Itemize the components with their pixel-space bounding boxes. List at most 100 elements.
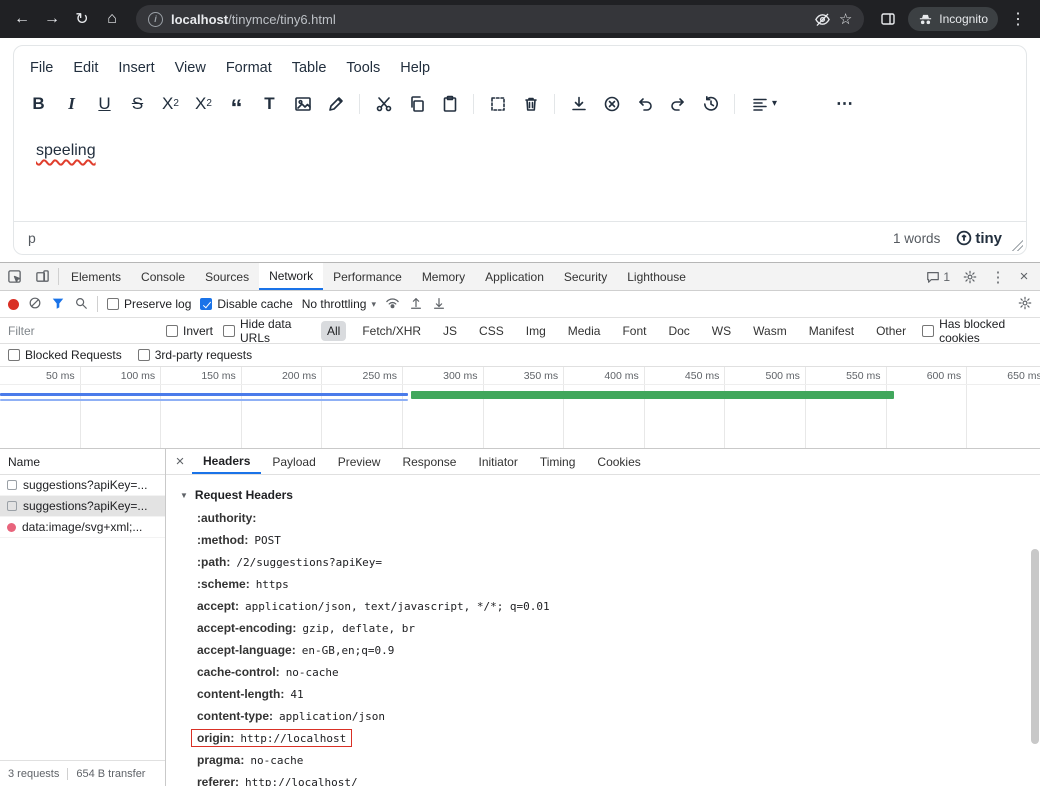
home-icon[interactable]: ⌂ [98, 5, 126, 33]
invert-checkbox[interactable]: Invert [166, 324, 213, 338]
menu-edit[interactable]: Edit [63, 54, 108, 82]
select-all-icon[interactable] [481, 87, 514, 120]
devtools-tab-security[interactable]: Security [554, 263, 617, 290]
undo-icon[interactable] [628, 87, 661, 120]
filter-type-css[interactable]: CSS [473, 321, 510, 341]
network-conditions-icon[interactable] [385, 295, 400, 313]
devtools-tab-network[interactable]: Network [259, 263, 323, 290]
detail-tab-preview[interactable]: Preview [327, 449, 392, 474]
filter-type-ws[interactable]: WS [706, 321, 737, 341]
incognito-badge[interactable]: Incognito [908, 7, 998, 31]
request-headers-section[interactable]: ▼ Request Headers [180, 483, 1026, 507]
permanent-pen-icon[interactable] [319, 87, 352, 120]
has-blocked-cookies-checkbox[interactable]: Has blocked cookies [922, 317, 1032, 345]
blockquote-icon[interactable]: “ [220, 87, 253, 120]
network-settings-gear-icon[interactable] [1018, 296, 1032, 313]
address-bar[interactable]: i localhost/tinymce/tiny6.html ☆ [136, 5, 864, 33]
detail-tab-payload[interactable]: Payload [261, 449, 326, 474]
bold-icon[interactable]: B [22, 87, 55, 120]
menu-file[interactable]: File [20, 54, 63, 82]
resize-handle[interactable] [1012, 240, 1023, 251]
filter-type-doc[interactable]: Doc [662, 321, 695, 341]
eye-blocked-icon[interactable] [814, 11, 831, 28]
menu-tools[interactable]: Tools [336, 54, 390, 82]
filter-input[interactable] [8, 324, 156, 338]
copy-icon[interactable] [400, 87, 433, 120]
preserve-log-checkbox[interactable]: Preserve log [107, 297, 191, 311]
filter-type-other[interactable]: Other [870, 321, 912, 341]
paste-icon[interactable] [433, 87, 466, 120]
request-row[interactable]: suggestions?apiKey=... [0, 475, 165, 496]
devtools-close-icon[interactable]: × [1012, 268, 1036, 285]
import-har-icon[interactable] [409, 296, 423, 313]
detail-close-icon[interactable]: × [168, 449, 192, 474]
detail-tab-headers[interactable]: Headers [192, 449, 261, 474]
delete-icon[interactable] [514, 87, 547, 120]
back-icon[interactable]: ← [8, 5, 36, 33]
filter-type-fetchxhr[interactable]: Fetch/XHR [356, 321, 427, 341]
filter-type-wasm[interactable]: Wasm [747, 321, 793, 341]
hide-data-urls-checkbox[interactable]: Hide data URLs [223, 317, 311, 345]
redo-icon[interactable] [661, 87, 694, 120]
element-path[interactable]: p [28, 230, 36, 246]
request-row[interactable]: data:image/svg+xml;... [0, 517, 165, 538]
word-count[interactable]: 1 words [893, 231, 940, 246]
filter-type-all[interactable]: All [321, 321, 346, 341]
cancel-icon[interactable] [595, 87, 628, 120]
restore-draft-icon[interactable] [694, 87, 727, 120]
subscript-icon[interactable]: X2 [154, 87, 187, 120]
disclosure-triangle-icon[interactable]: ▼ [180, 491, 188, 500]
device-toolbar-icon[interactable] [28, 263, 56, 290]
search-icon[interactable] [74, 296, 88, 313]
detail-tab-timing[interactable]: Timing [529, 449, 587, 474]
more-toolbar-icon[interactable]: ⋯ [828, 87, 861, 120]
reload-icon[interactable]: ↻ [68, 5, 96, 33]
inspect-element-icon[interactable] [0, 263, 28, 290]
export-icon[interactable] [562, 87, 595, 120]
issues-icon[interactable]: 1 [922, 270, 954, 284]
detail-tab-response[interactable]: Response [391, 449, 467, 474]
superscript-icon[interactable]: X2 [187, 87, 220, 120]
filter-type-media[interactable]: Media [562, 321, 607, 341]
menu-table[interactable]: Table [282, 54, 337, 82]
forward-icon[interactable]: → [38, 5, 66, 33]
side-panel-icon[interactable] [874, 5, 902, 33]
clear-icon[interactable] [28, 296, 42, 313]
editor-content-area[interactable]: speeling [14, 126, 1026, 221]
devtools-settings-gear-icon[interactable] [956, 270, 984, 284]
align-menu-icon[interactable]: ▾ [742, 87, 786, 120]
cut-icon[interactable] [367, 87, 400, 120]
name-column-header[interactable]: Name [0, 449, 165, 475]
italic-icon[interactable]: I [55, 87, 88, 120]
filter-type-js[interactable]: JS [437, 321, 463, 341]
menu-insert[interactable]: Insert [108, 54, 164, 82]
record-icon[interactable] [8, 299, 19, 310]
devtools-tab-application[interactable]: Application [475, 263, 554, 290]
third-party-requests-checkbox[interactable]: 3rd-party requests [138, 348, 252, 362]
menu-help[interactable]: Help [390, 54, 440, 82]
detail-scrollbar-thumb[interactable] [1031, 549, 1039, 744]
bookmark-star-icon[interactable]: ☆ [839, 10, 852, 28]
export-har-icon[interactable] [432, 296, 446, 313]
devtools-tab-sources[interactable]: Sources [195, 263, 259, 290]
devtools-tab-lighthouse[interactable]: Lighthouse [617, 263, 696, 290]
filter-type-manifest[interactable]: Manifest [803, 321, 860, 341]
strikethrough-icon[interactable]: S [121, 87, 154, 120]
filter-funnel-icon[interactable] [51, 296, 65, 313]
page-info-icon[interactable]: i [148, 12, 163, 27]
insert-image-icon[interactable] [286, 87, 319, 120]
menu-view[interactable]: View [165, 54, 216, 82]
devtools-tab-console[interactable]: Console [131, 263, 195, 290]
devtools-tab-memory[interactable]: Memory [412, 263, 475, 290]
browser-menu-icon[interactable]: ⋮ [1004, 5, 1032, 33]
tiny-logo[interactable]: tiny [956, 230, 1002, 247]
menu-format[interactable]: Format [216, 54, 282, 82]
devtools-menu-icon[interactable]: ⋮ [986, 268, 1010, 286]
blocked-requests-checkbox[interactable]: Blocked Requests [8, 348, 122, 362]
request-row[interactable]: suggestions?apiKey=... [0, 496, 165, 517]
devtools-tab-performance[interactable]: Performance [323, 263, 412, 290]
underline-icon[interactable]: U [88, 87, 121, 120]
devtools-tab-elements[interactable]: Elements [61, 263, 131, 290]
filter-type-font[interactable]: Font [616, 321, 652, 341]
filter-type-img[interactable]: Img [520, 321, 552, 341]
